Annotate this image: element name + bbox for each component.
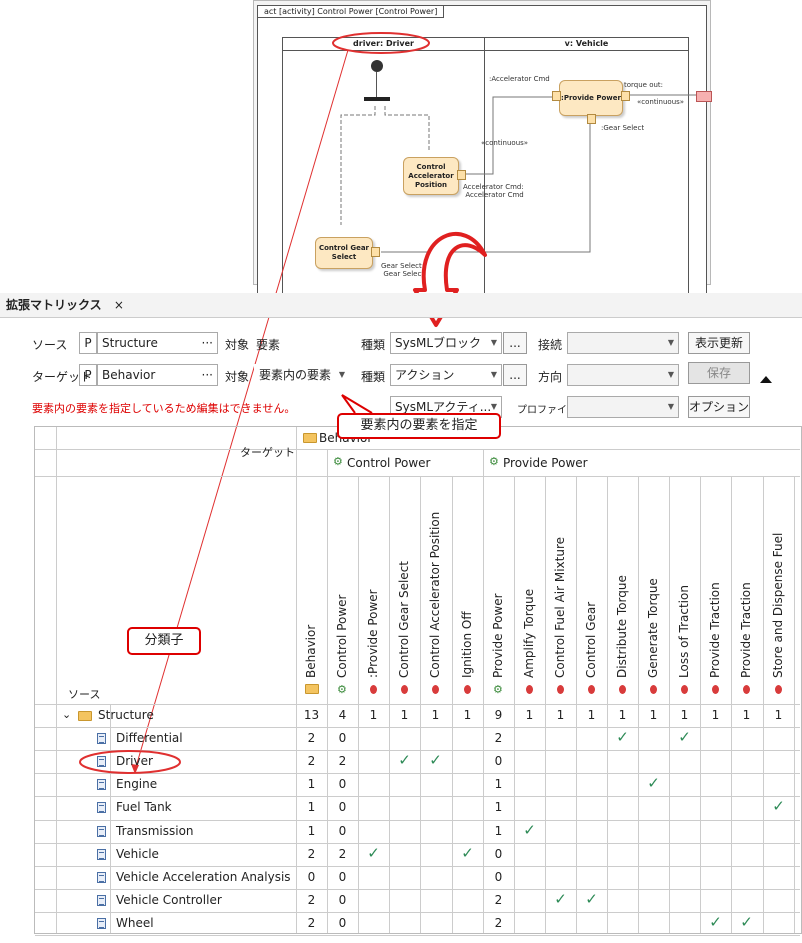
callout-pointers [79,394,373,774]
